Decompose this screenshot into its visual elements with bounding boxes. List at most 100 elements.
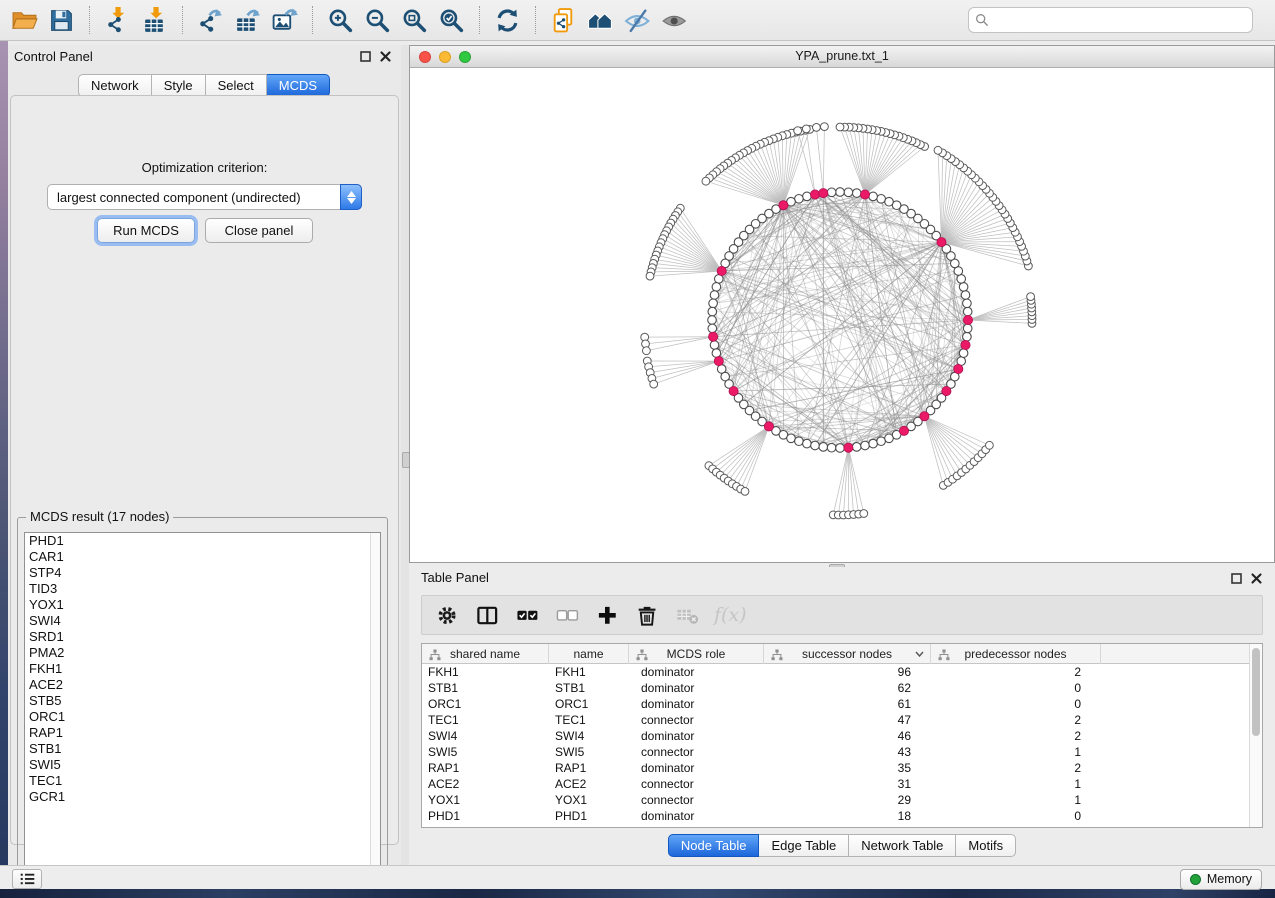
table-row[interactable]: PHD1PHD1dominator180 <box>422 808 1250 824</box>
first-neighbors-button[interactable] <box>582 3 619 37</box>
column-header-MCDS-role[interactable]: MCDS role <box>629 644 764 664</box>
leaf-node[interactable] <box>741 488 749 496</box>
table-row[interactable]: YOX1YOX1connector291 <box>422 792 1250 808</box>
column-header-name[interactable]: name <box>549 644 629 664</box>
mcds-hub-node[interactable] <box>961 340 970 349</box>
network-node[interactable] <box>827 188 836 197</box>
result-list-scrollbar[interactable] <box>370 533 380 880</box>
clone-network-button[interactable] <box>545 3 582 37</box>
table-row[interactable]: RAP1RAP1dominator352 <box>422 760 1250 776</box>
task-history-button[interactable] <box>12 869 42 889</box>
leaf-node[interactable] <box>650 380 658 388</box>
mcds-result-item[interactable]: GCR1 <box>25 789 380 805</box>
mcds-result-item[interactable]: TID3 <box>25 581 380 597</box>
mcds-result-item[interactable]: SWI5 <box>25 757 380 773</box>
network-node[interactable] <box>787 434 796 443</box>
show-all-button[interactable] <box>656 3 693 37</box>
leaf-node[interactable] <box>794 127 802 135</box>
table-scrollbar-thumb[interactable] <box>1252 648 1260 736</box>
mcds-result-item[interactable]: FKH1 <box>25 661 380 677</box>
leaf-node[interactable] <box>836 123 844 131</box>
network-frame-titlebar[interactable]: YPA_prune.txt_1 <box>410 46 1274 68</box>
save-session-button[interactable] <box>43 3 80 37</box>
mcds-result-item[interactable]: PHD1 <box>25 533 380 549</box>
mcds-result-item[interactable]: ACE2 <box>25 677 380 693</box>
network-node[interactable] <box>819 443 828 452</box>
mcds-hub-node[interactable] <box>954 364 963 373</box>
zoom-fit-button[interactable] <box>396 3 433 37</box>
network-node[interactable] <box>710 341 719 350</box>
mcds-hub-node[interactable] <box>819 189 828 198</box>
tab-network[interactable]: Network <box>78 74 152 97</box>
close-panel-icon[interactable] <box>380 51 391 62</box>
table-row[interactable]: SWI5SWI5connector431 <box>422 744 1250 760</box>
column-header-predecessor-nodes[interactable]: predecessor nodes <box>931 644 1101 664</box>
table-row[interactable]: SWI4SWI4dominator462 <box>422 728 1250 744</box>
network-node[interactable] <box>877 437 886 446</box>
network-node[interactable] <box>959 349 968 358</box>
table-row[interactable]: TEC1TEC1connector472 <box>422 712 1250 728</box>
mcds-hub-node[interactable] <box>810 190 819 199</box>
mcds-hub-node[interactable] <box>942 387 951 396</box>
search-box[interactable] <box>968 7 1253 33</box>
network-node[interactable] <box>708 307 717 316</box>
tab-network-table[interactable]: Network Table <box>849 834 956 857</box>
network-node[interactable] <box>827 443 836 452</box>
refresh-button[interactable] <box>489 3 526 37</box>
network-node[interactable] <box>885 197 894 206</box>
leaf-node[interactable] <box>702 177 710 185</box>
mcds-hub-node[interactable] <box>729 387 738 396</box>
mcds-hub-node[interactable] <box>844 443 853 452</box>
column-header-shared-name[interactable]: shared name <box>422 644 549 664</box>
network-node[interactable] <box>803 439 812 448</box>
network-node[interactable] <box>712 283 721 292</box>
export-network-button[interactable] <box>192 3 229 37</box>
column-header-successor-nodes[interactable]: successor nodes <box>764 644 931 664</box>
zoom-selected-button[interactable] <box>433 3 470 37</box>
mcds-result-item[interactable]: YOX1 <box>25 597 380 613</box>
mcds-result-item[interactable]: CAR1 <box>25 549 380 565</box>
network-canvas[interactable] <box>410 68 1274 562</box>
network-node[interactable] <box>963 332 972 341</box>
network-node[interactable] <box>795 437 804 446</box>
leaf-node[interactable] <box>643 347 651 355</box>
network-node[interactable] <box>869 439 878 448</box>
memory-button[interactable]: Memory <box>1180 869 1262 890</box>
leaf-node[interactable] <box>1027 293 1035 301</box>
network-node[interactable] <box>708 316 717 325</box>
network-node[interactable] <box>708 324 717 333</box>
search-input[interactable] <box>994 12 1246 29</box>
network-node[interactable] <box>869 192 878 201</box>
close-panel-button[interactable]: Close panel <box>205 218 313 243</box>
import-table-button[interactable] <box>136 3 173 37</box>
leaf-node[interactable] <box>986 441 994 449</box>
network-node[interactable] <box>963 307 972 316</box>
network-node[interactable] <box>795 195 804 204</box>
mcds-hub-node[interactable] <box>920 412 929 421</box>
network-node[interactable] <box>852 189 861 198</box>
network-node[interactable] <box>709 299 718 308</box>
network-node[interactable] <box>852 443 861 452</box>
open-session-button[interactable] <box>6 3 43 37</box>
mcds-hub-node[interactable] <box>709 332 718 341</box>
leaf-node[interactable] <box>860 510 868 518</box>
mcds-result-item[interactable]: ORC1 <box>25 709 380 725</box>
export-image-button[interactable] <box>266 3 303 37</box>
split-panel-button[interactable] <box>474 602 500 628</box>
table-row[interactable]: ORC1ORC1dominator610 <box>422 696 1250 712</box>
import-network-button[interactable] <box>99 3 136 37</box>
settings-button[interactable] <box>434 602 460 628</box>
mcds-result-item[interactable]: STB1 <box>25 741 380 757</box>
network-node[interactable] <box>811 441 820 450</box>
export-table-button[interactable] <box>229 3 266 37</box>
mcds-hub-node[interactable] <box>717 266 726 275</box>
mcds-result-item[interactable]: TEC1 <box>25 773 380 789</box>
network-node[interactable] <box>861 441 870 450</box>
float-panel-icon[interactable] <box>360 51 371 62</box>
network-node[interactable] <box>963 299 972 308</box>
mcds-hub-node[interactable] <box>937 238 946 247</box>
leaf-node[interactable] <box>802 125 810 133</box>
leaf-node[interactable] <box>813 124 821 132</box>
leaf-node[interactable] <box>646 272 654 280</box>
zoom-out-button[interactable] <box>359 3 396 37</box>
